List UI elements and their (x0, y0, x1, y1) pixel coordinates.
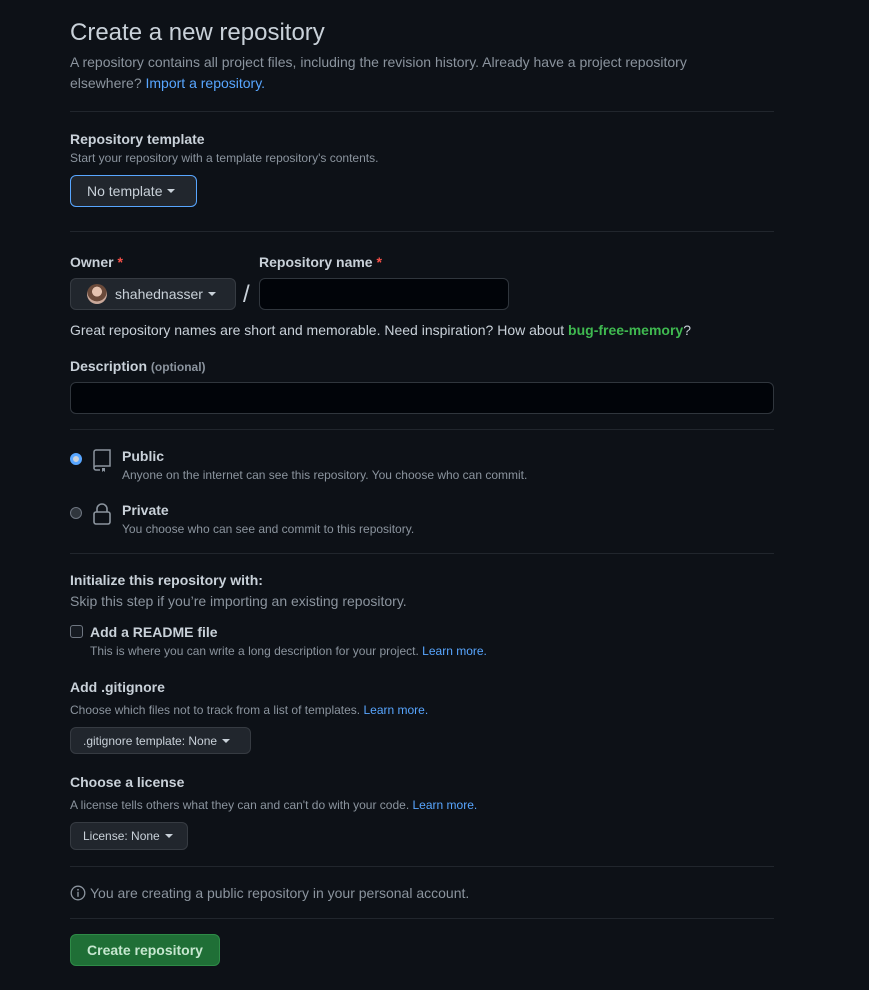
owner-label-text: Owner (70, 254, 114, 270)
suggested-name-link[interactable]: bug-free-memory (568, 322, 683, 338)
private-radio[interactable] (70, 507, 82, 519)
init-help: Skip this step if you’re importing an ex… (70, 593, 407, 609)
public-radio[interactable] (70, 453, 82, 465)
gitignore-button-label: .gitignore template: None (83, 733, 218, 748)
template-dropdown-button[interactable]: No template (70, 175, 197, 207)
chevron-down-icon (222, 738, 231, 743)
chevron-down-icon (207, 292, 216, 296)
gitignore-label: Add .gitignore (70, 679, 165, 695)
repo-name-label: Repository name * (259, 254, 382, 270)
license-help: A license tells others what they can and… (70, 798, 477, 812)
description-label: Description (optional) (70, 358, 206, 374)
repo-icon (93, 449, 111, 472)
init-heading: Initialize this repository with: (70, 572, 263, 588)
name-suggestion: Great repository names are short and mem… (70, 322, 691, 338)
private-help: You choose who can see and commit to thi… (122, 522, 415, 536)
divider (70, 866, 774, 867)
license-button-label: License: None (83, 829, 160, 843)
template-button-label: No template (87, 183, 163, 199)
divider (70, 429, 774, 430)
readme-learn-more-link[interactable]: Learn more. (422, 644, 487, 658)
required-mark: * (376, 254, 382, 270)
optional-hint: (optional) (150, 360, 206, 374)
suggestion-text: Great repository names are short and mem… (70, 322, 565, 338)
gitignore-dropdown-button[interactable]: .gitignore template: None (70, 727, 251, 754)
required-mark: * (117, 254, 123, 270)
template-help: Start your repository with a template re… (70, 151, 379, 165)
suggestion-end: ? (683, 322, 691, 338)
page-subtitle: A repository contains all project files,… (70, 54, 687, 70)
readme-checkbox[interactable] (70, 625, 83, 638)
info-icon (70, 885, 86, 901)
avatar (87, 284, 107, 304)
chevron-down-icon (164, 834, 173, 838)
public-label: Public (122, 448, 165, 464)
gitignore-learn-more-link[interactable]: Learn more. (363, 703, 428, 717)
readme-help: This is where you can write a long descr… (90, 644, 487, 658)
page-title: Create a new repository (70, 19, 325, 46)
repo-name-label-text: Repository name (259, 254, 373, 270)
owner-dropdown-button[interactable]: shahednasser (70, 278, 236, 310)
divider (70, 918, 774, 919)
page-subtitle-line2: elsewhere? Import a repository. (70, 75, 265, 91)
divider (70, 111, 774, 112)
owner-label: Owner * (70, 254, 123, 270)
readme-label: Add a README file (90, 624, 218, 640)
import-repository-link[interactable]: Import a repository. (146, 75, 266, 91)
gitignore-help: Choose which files not to track from a l… (70, 703, 428, 717)
license-dropdown-button[interactable]: License: None (70, 822, 188, 850)
owner-name: shahednasser (115, 286, 203, 302)
repository-name-input[interactable] (259, 278, 509, 310)
template-label: Repository template (70, 131, 205, 147)
description-label-text: Description (70, 358, 148, 374)
subtitle-text: elsewhere? (70, 75, 142, 91)
license-label: Choose a license (70, 774, 185, 790)
public-notice: You are creating a public repository in … (90, 885, 470, 901)
description-input[interactable] (70, 382, 774, 414)
create-repository-button[interactable]: Create repository (70, 934, 220, 966)
private-label: Private (122, 502, 169, 518)
license-learn-more-link[interactable]: Learn more. (413, 798, 478, 812)
divider (70, 553, 774, 554)
public-help: Anyone on the internet can see this repo… (122, 468, 528, 482)
lock-icon (93, 503, 111, 525)
owner-repo-separator: / (243, 281, 250, 308)
divider (70, 231, 774, 232)
gitignore-help-text: Choose which files not to track from a l… (70, 703, 361, 717)
readme-help-text: This is where you can write a long descr… (90, 644, 419, 658)
chevron-down-icon (167, 189, 176, 193)
license-help-text: A license tells others what they can and… (70, 798, 410, 812)
